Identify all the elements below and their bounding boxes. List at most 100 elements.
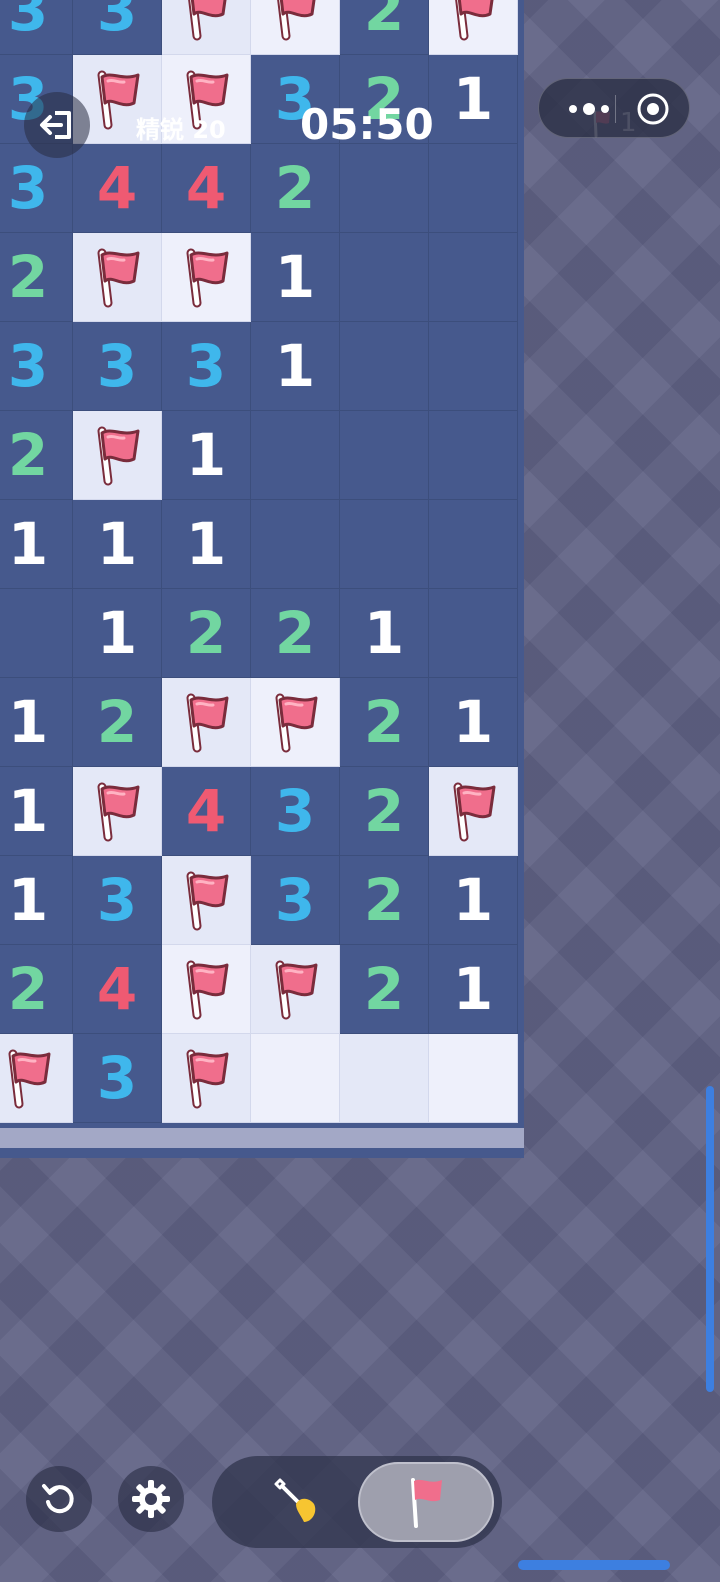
number-cell[interactable]: 4 bbox=[73, 144, 162, 233]
number-cell[interactable]: 3 bbox=[73, 0, 162, 55]
number-cell[interactable]: 3 bbox=[162, 322, 251, 411]
empty-cell[interactable] bbox=[0, 589, 73, 678]
empty-cell[interactable] bbox=[429, 589, 518, 678]
flagged-cell[interactable] bbox=[0, 1034, 73, 1123]
number-cell[interactable]: 2 bbox=[73, 678, 162, 767]
exit-door-icon bbox=[40, 111, 71, 139]
number-cell[interactable]: 2 bbox=[162, 589, 251, 678]
flag-icon bbox=[275, 693, 318, 753]
number-cell[interactable]: 4 bbox=[73, 945, 162, 1034]
more-dots-icon[interactable] bbox=[561, 97, 617, 121]
flag-icon bbox=[455, 0, 494, 41]
number-cell[interactable]: 3 bbox=[73, 1034, 162, 1123]
empty-cell[interactable] bbox=[340, 411, 429, 500]
number-cell[interactable]: 2 bbox=[251, 144, 340, 233]
number-cell[interactable]: 1 bbox=[251, 233, 340, 322]
empty-cell[interactable] bbox=[251, 411, 340, 500]
flagged-cell[interactable] bbox=[162, 1034, 251, 1123]
number-cell[interactable]: 1 bbox=[429, 856, 518, 945]
flag-icon bbox=[97, 782, 140, 842]
number-cell[interactable]: 1 bbox=[162, 500, 251, 589]
number-cell[interactable]: 2 bbox=[340, 767, 429, 856]
number-cell[interactable]: 2 bbox=[340, 678, 429, 767]
hidden-cell[interactable] bbox=[340, 1034, 429, 1123]
number-cell[interactable]: 2 bbox=[340, 856, 429, 945]
empty-cell[interactable] bbox=[429, 322, 518, 411]
number-cell[interactable]: 1 bbox=[0, 500, 73, 589]
number-cell[interactable]: 3 bbox=[73, 856, 162, 945]
flagged-cell[interactable] bbox=[73, 767, 162, 856]
flagged-cell[interactable] bbox=[429, 0, 518, 55]
number-cell[interactable]: 2 bbox=[340, 945, 429, 1034]
restart-icon bbox=[42, 1484, 74, 1514]
flagged-cell[interactable] bbox=[251, 678, 340, 767]
hidden-cell[interactable] bbox=[429, 1034, 518, 1123]
settings-button[interactable] bbox=[118, 1466, 184, 1532]
number-cell[interactable]: 1 bbox=[340, 589, 429, 678]
number-cell[interactable]: 1 bbox=[251, 322, 340, 411]
empty-cell[interactable] bbox=[340, 144, 429, 233]
flagged-cell[interactable] bbox=[251, 0, 340, 55]
exit-button[interactable] bbox=[24, 92, 90, 158]
capsule-divider bbox=[615, 95, 616, 123]
number-cell[interactable]: 1 bbox=[0, 856, 73, 945]
empty-cell[interactable] bbox=[340, 322, 429, 411]
flagged-cell[interactable] bbox=[162, 233, 251, 322]
number-cell[interactable]: 3 bbox=[251, 856, 340, 945]
number-cell[interactable]: 1 bbox=[73, 500, 162, 589]
flag-icon bbox=[186, 960, 229, 1020]
flagged-cell[interactable] bbox=[162, 945, 251, 1034]
game-timer: 05:50 bbox=[300, 100, 434, 149]
number-cell[interactable]: 3 bbox=[73, 322, 162, 411]
empty-cell[interactable] bbox=[251, 500, 340, 589]
restart-button[interactable] bbox=[26, 1466, 92, 1532]
minesweeper-board[interactable]: 3323321344221333121111122112211432133212… bbox=[0, 0, 524, 1158]
flag-icon bbox=[186, 1049, 229, 1109]
mode-toggle bbox=[212, 1456, 502, 1548]
number-cell[interactable]: 2 bbox=[340, 0, 429, 55]
number-cell[interactable]: 1 bbox=[73, 589, 162, 678]
number-cell[interactable]: 1 bbox=[429, 55, 518, 144]
number-cell[interactable]: 1 bbox=[0, 767, 73, 856]
number-cell[interactable]: 1 bbox=[429, 678, 518, 767]
number-cell[interactable]: 1 bbox=[0, 678, 73, 767]
flag-icon bbox=[188, 0, 227, 41]
flag-icon bbox=[97, 426, 140, 486]
flagged-cell[interactable] bbox=[162, 856, 251, 945]
number-cell[interactable]: 2 bbox=[0, 411, 73, 500]
number-cell[interactable]: 2 bbox=[251, 589, 340, 678]
number-cell[interactable]: 2 bbox=[0, 945, 73, 1034]
number-cell[interactable]: 3 bbox=[0, 0, 73, 55]
flag-mode-button[interactable] bbox=[358, 1462, 494, 1542]
flag-icon bbox=[186, 248, 229, 308]
target-circle-icon[interactable] bbox=[635, 91, 671, 127]
empty-cell[interactable] bbox=[429, 233, 518, 322]
empty-cell[interactable] bbox=[340, 500, 429, 589]
gear-icon bbox=[132, 1480, 170, 1518]
empty-cell[interactable] bbox=[429, 411, 518, 500]
dig-mode-button[interactable] bbox=[230, 1466, 366, 1538]
flagged-cell[interactable] bbox=[162, 0, 251, 55]
number-cell[interactable]: 2 bbox=[0, 233, 73, 322]
empty-cell[interactable] bbox=[429, 144, 518, 233]
flagged-cell[interactable] bbox=[251, 945, 340, 1034]
number-cell[interactable]: 3 bbox=[0, 322, 73, 411]
number-cell[interactable]: 1 bbox=[429, 945, 518, 1034]
number-cell[interactable]: 4 bbox=[162, 767, 251, 856]
flag-icon bbox=[186, 693, 229, 753]
flagged-cell[interactable] bbox=[73, 233, 162, 322]
flagged-cell[interactable] bbox=[162, 678, 251, 767]
empty-cell[interactable] bbox=[429, 500, 518, 589]
flag-icon bbox=[186, 871, 229, 931]
flag-icon bbox=[453, 782, 496, 842]
number-cell[interactable]: 4 bbox=[162, 144, 251, 233]
empty-cell[interactable] bbox=[340, 233, 429, 322]
board-bottom-edge bbox=[0, 1128, 524, 1148]
level-label: 精锐 20 bbox=[136, 116, 226, 144]
number-cell[interactable]: 3 bbox=[251, 767, 340, 856]
flagged-cell[interactable] bbox=[429, 767, 518, 856]
flagged-cell[interactable] bbox=[73, 411, 162, 500]
hidden-cell[interactable] bbox=[251, 1034, 340, 1123]
scroll-indicator bbox=[706, 1086, 714, 1392]
number-cell[interactable]: 1 bbox=[162, 411, 251, 500]
